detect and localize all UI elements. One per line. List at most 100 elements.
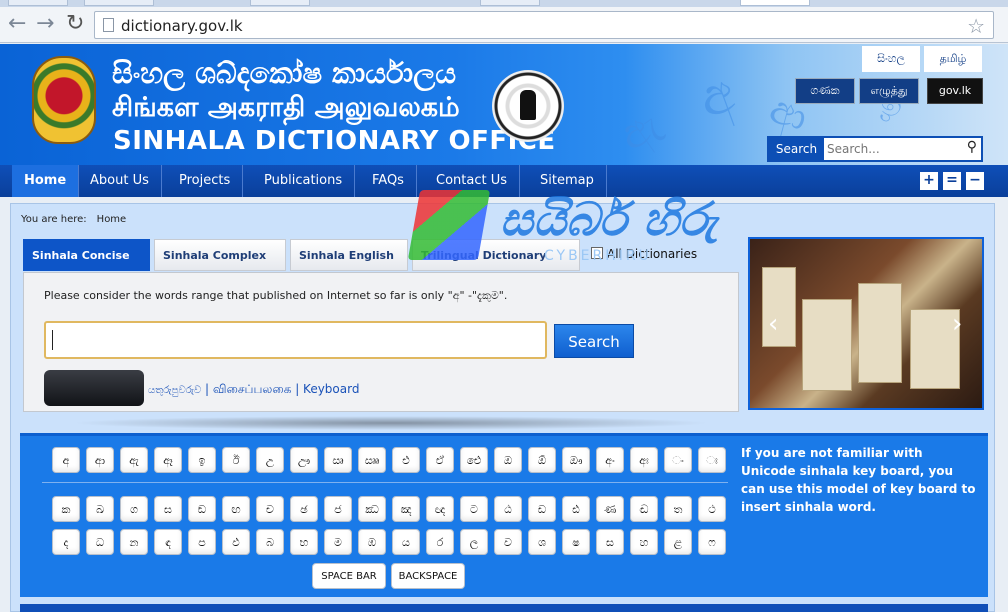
keyboard-key[interactable]: ඣ <box>358 496 386 522</box>
checkbox-icon[interactable] <box>591 247 603 259</box>
ganaka-link[interactable]: ගණක <box>795 78 855 104</box>
address-bar[interactable]: dictionary.gov.lk ☆ <box>94 11 994 39</box>
keyboard-key[interactable]: අ <box>52 447 80 473</box>
keyboard-key[interactable]: ඩ <box>528 496 556 522</box>
keyboard-key[interactable]: ශ <box>528 529 556 555</box>
keyboard-key[interactable]: ත <box>664 496 692 522</box>
keyboard-key[interactable]: ඍ <box>324 447 352 473</box>
backspace-key[interactable]: BACKSPACE <box>391 563 465 589</box>
keyboard-key[interactable]: ඎ <box>358 447 386 473</box>
keyboard-key[interactable]: එ <box>392 447 420 473</box>
browser-tab[interactable] <box>8 0 68 6</box>
keyboard-key[interactable]: ඹ <box>358 529 386 555</box>
keyboard-key[interactable]: ඃ <box>698 447 726 473</box>
dictionary-search-input[interactable] <box>44 321 547 359</box>
tab-trilingual-dictionary[interactable]: Trilingual Dictionary <box>412 239 580 271</box>
keyboard-key[interactable]: භ <box>290 529 318 555</box>
keyboard-key[interactable]: ක <box>52 496 80 522</box>
keyboard-key[interactable]: ඉ <box>188 447 216 473</box>
keyboard-key[interactable]: ඳ <box>154 529 182 555</box>
keyboard-link-tamil[interactable]: விசைப்பலகை <box>213 382 292 396</box>
menu-home[interactable]: Home <box>12 165 80 197</box>
keyboard-key[interactable]: ළ <box>664 529 692 555</box>
all-dictionaries-checkbox[interactable]: All Dictionaries <box>591 247 697 261</box>
font-reset-button[interactable]: = <box>943 172 961 190</box>
magnifier-icon[interactable]: ⚲ <box>967 139 977 155</box>
browser-tab-active[interactable] <box>740 0 810 6</box>
keyboard-key[interactable]: ඬ <box>630 496 658 522</box>
keyboard-key[interactable]: ණ <box>596 496 624 522</box>
menu-publications[interactable]: Publications <box>252 165 356 197</box>
menu-projects[interactable]: Projects <box>167 165 244 197</box>
space-bar-key[interactable]: SPACE BAR <box>312 563 386 589</box>
browser-tab[interactable] <box>250 0 310 6</box>
keyboard-key[interactable]: ඛ <box>86 496 114 522</box>
keyboard-key[interactable]: ඒ <box>426 447 454 473</box>
keyboard-key[interactable]: ට <box>460 496 488 522</box>
tab-sinhala-concise[interactable]: Sinhala Concise <box>23 239 150 271</box>
keyboard-link-sinhala[interactable]: යතුරුපුවරුව <box>148 385 201 396</box>
menu-about-us[interactable]: About Us <box>78 165 162 197</box>
keyboard-key[interactable]: ජ <box>324 496 352 522</box>
breadcrumb-current[interactable]: Home <box>97 214 127 225</box>
lang-sinhala-button[interactable]: සිංහල <box>862 46 920 72</box>
keyboard-key[interactable]: ඨ <box>494 496 522 522</box>
carousel-next-icon[interactable]: › <box>952 309 962 339</box>
keyboard-key[interactable]: උ <box>256 447 284 473</box>
keyboard-key[interactable]: ඊ <box>222 447 250 473</box>
keyboard-key[interactable]: ඌ <box>290 447 318 473</box>
keyboard-key[interactable]: ර <box>426 529 454 555</box>
bookmark-star-icon[interactable]: ☆ <box>967 14 985 38</box>
keyboard-key[interactable]: ග <box>120 496 148 522</box>
keyboard-key[interactable]: ෆ <box>698 529 726 555</box>
menu-contact-us[interactable]: Contact Us <box>424 165 520 197</box>
keyboard-key[interactable]: ධ <box>86 529 114 555</box>
keyboard-key[interactable]: ථ <box>698 496 726 522</box>
tab-sinhala-english[interactable]: Sinhala English <box>290 239 408 271</box>
keyboard-key[interactable]: ඓ <box>460 447 488 473</box>
keyboard-key[interactable]: ඵ <box>222 529 250 555</box>
lang-tamil-button[interactable]: தமிழ் <box>924 46 982 72</box>
keyboard-key[interactable]: ං <box>664 447 692 473</box>
keyboard-key[interactable]: අං <box>596 447 624 473</box>
browser-tab[interactable] <box>84 0 154 6</box>
keyboard-key[interactable]: න <box>120 529 148 555</box>
keyboard-key[interactable]: ච <box>256 496 284 522</box>
dictionary-search-button[interactable]: Search <box>554 324 634 358</box>
menu-faqs[interactable]: FAQs <box>360 165 417 197</box>
keyboard-key[interactable]: ආ <box>86 447 114 473</box>
tab-sinhala-complex[interactable]: Sinhala Complex <box>154 239 286 271</box>
govlk-link[interactable]: gov.lk <box>927 78 983 104</box>
keyboard-key[interactable]: ඝ <box>154 496 182 522</box>
keyboard-key[interactable]: ඖ <box>562 447 590 473</box>
keyboard-key[interactable]: ප <box>188 529 216 555</box>
forward-arrow-icon[interactable]: → <box>36 13 54 35</box>
keyboard-key[interactable]: ඇ <box>120 447 148 473</box>
keyboard-key[interactable]: ය <box>392 529 420 555</box>
keyboard-key[interactable]: බ <box>256 529 284 555</box>
keyboard-key[interactable]: ව <box>494 529 522 555</box>
carousel-prev-icon[interactable]: ‹ <box>768 309 778 339</box>
keyboard-icon[interactable] <box>44 370 144 406</box>
browser-tab[interactable] <box>480 0 540 6</box>
keyboard-key[interactable]: ල <box>460 529 488 555</box>
font-decrease-button[interactable]: − <box>966 172 984 190</box>
keyboard-key[interactable]: ඈ <box>154 447 182 473</box>
keyboard-key[interactable]: ස <box>596 529 624 555</box>
keyboard-key[interactable]: ඟ <box>222 496 250 522</box>
ezhuththu-link[interactable]: எழுத்து <box>859 78 919 104</box>
reload-icon[interactable]: ↻ <box>66 13 84 35</box>
keyboard-key[interactable]: ඔ <box>494 447 522 473</box>
keyboard-key[interactable]: හ <box>630 529 658 555</box>
keyboard-key[interactable]: ෂ <box>562 529 590 555</box>
font-increase-button[interactable]: + <box>920 172 938 190</box>
keyboard-link-english[interactable]: Keyboard <box>303 382 359 396</box>
keyboard-key[interactable]: ම <box>324 529 352 555</box>
keyboard-key[interactable]: අඃ <box>630 447 658 473</box>
site-search-input[interactable] <box>827 140 955 158</box>
keyboard-key[interactable]: ඡ <box>290 496 318 522</box>
keyboard-key[interactable]: ඪ <box>562 496 590 522</box>
back-arrow-icon[interactable]: ← <box>8 13 26 35</box>
keyboard-key[interactable]: ඥ <box>426 496 454 522</box>
keyboard-key[interactable]: ඕ <box>528 447 556 473</box>
